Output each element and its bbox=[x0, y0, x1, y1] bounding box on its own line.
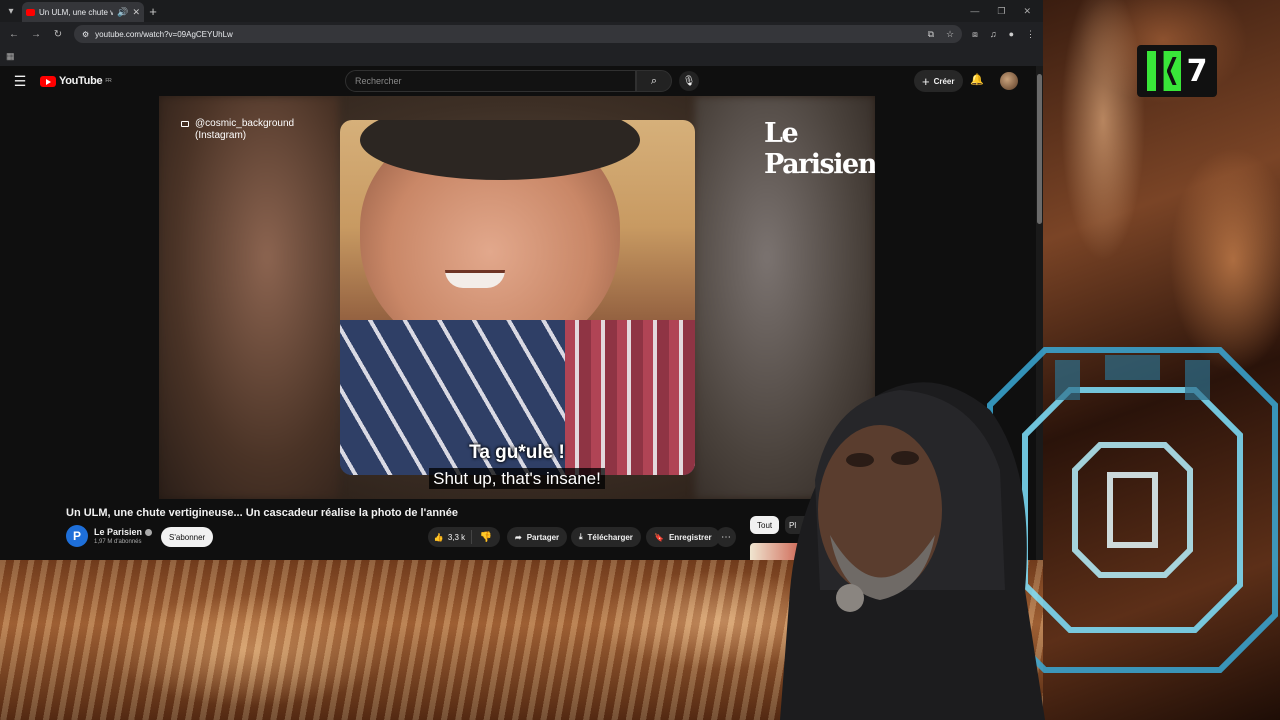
le-parisien-watermark: Le Parisien bbox=[764, 118, 875, 180]
subtitle-text-2: Shut up, that's insane! bbox=[429, 468, 605, 489]
save-label: Enregistrer bbox=[668, 532, 712, 542]
bookmarks-bar: ▦ bbox=[0, 46, 1043, 66]
url-text: youtube.com/watch?v=09AgCEYUhLw bbox=[95, 29, 233, 39]
toolbar-icons: ⧈ ♫ ● ⋮ bbox=[972, 29, 1035, 40]
k7-channel-badge: 7 bbox=[1137, 45, 1217, 97]
forward-icon[interactable]: → bbox=[30, 29, 42, 40]
new-tab-button[interactable]: + bbox=[144, 4, 162, 19]
minimize-icon[interactable]: — bbox=[970, 6, 979, 17]
channel-name[interactable]: Le Parisien bbox=[94, 527, 142, 537]
close-tab-icon[interactable]: ✕ bbox=[132, 7, 140, 18]
like-dislike-group: 👍 3,3 k 👎 bbox=[428, 527, 500, 547]
camera-icon bbox=[181, 121, 189, 127]
download-icon: ⤓ bbox=[579, 532, 583, 541]
thumbs-up-icon: 👍 bbox=[433, 532, 444, 542]
search-input[interactable]: Rechercher bbox=[345, 70, 636, 92]
download-button[interactable]: ⤓ Télécharger bbox=[571, 527, 641, 547]
search-icon[interactable]: ⌕ bbox=[636, 70, 672, 92]
tab-title: Un ULM, une chute vertigi bbox=[39, 7, 114, 17]
verified-check-icon bbox=[145, 529, 153, 537]
hair-image bbox=[360, 120, 640, 180]
subscribe-button[interactable]: S'abonner bbox=[161, 527, 214, 547]
speaker-icon[interactable]: 🔊 bbox=[117, 7, 128, 18]
browser-tab-active[interactable]: Un ULM, une chute vertigi 🔊 ✕ bbox=[22, 2, 144, 22]
region-code: FR bbox=[105, 78, 112, 84]
apps-grid-icon[interactable]: ▦ bbox=[6, 51, 15, 62]
youtube-play-icon bbox=[40, 75, 56, 87]
browser-chrome: ▾ Un ULM, une chute vertigi 🔊 ✕ + — ❐ ✕ … bbox=[0, 0, 1043, 66]
back-icon[interactable]: ← bbox=[8, 29, 20, 40]
close-window-icon[interactable]: ✕ bbox=[1023, 6, 1031, 17]
tab-strip: ▾ Un ULM, une chute vertigi 🔊 ✕ + — ❐ ✕ bbox=[0, 0, 1043, 22]
subtitle-text-1: Ta gu*ule ! bbox=[469, 442, 565, 463]
youtube-header: ☰ YouTube FR Rechercher ⌕ 🎙 + Créer 🔔 bbox=[0, 66, 1043, 96]
channel-name-row[interactable]: Le Parisien bbox=[94, 527, 153, 537]
hamburger-menu-icon[interactable]: ☰ bbox=[0, 73, 40, 90]
dislike-button[interactable]: 👎 bbox=[472, 532, 500, 543]
extensions-icon[interactable]: ⧈ bbox=[972, 29, 978, 40]
menu-kebab-icon[interactable]: ⋮ bbox=[1026, 29, 1035, 40]
share-label: Partager bbox=[526, 532, 560, 542]
download-label: Télécharger bbox=[587, 532, 633, 542]
plus-icon: + bbox=[922, 73, 930, 89]
youtube-favicon-icon bbox=[26, 8, 35, 16]
smile-image bbox=[445, 270, 505, 288]
share-button[interactable]: ➦ Partager bbox=[507, 527, 568, 547]
subscriber-count: 1,97 M d'abonnés bbox=[94, 539, 142, 545]
omnibox-actions: ⧉ ☆ bbox=[928, 29, 955, 40]
youtube-logo[interactable]: YouTube FR bbox=[40, 75, 112, 87]
reload-icon[interactable]: ↻ bbox=[52, 29, 64, 40]
install-app-icon[interactable]: ⧉ bbox=[928, 29, 934, 40]
site-info-icon[interactable]: ⚙ bbox=[82, 30, 89, 39]
user-avatar[interactable] bbox=[1000, 72, 1018, 90]
screen: ▾ Un ULM, une chute vertigi 🔊 ✕ + — ❐ ✕ … bbox=[0, 0, 1280, 720]
address-bar-row: ← → ↻ ⚙ youtube.com/watch?v=09AgCEYUhLw … bbox=[0, 22, 1043, 46]
source-handle: @cosmic_background bbox=[195, 118, 295, 129]
address-bar[interactable]: ⚙ youtube.com/watch?v=09AgCEYUhLw ⧉ ☆ bbox=[74, 25, 963, 43]
media-control-icon[interactable]: ♫ bbox=[990, 29, 997, 40]
channel-avatar[interactable]: P bbox=[66, 525, 88, 547]
source-credit: @cosmic_background (Instagram) bbox=[181, 118, 294, 142]
bookmark-icon: 🔖 bbox=[654, 532, 664, 542]
like-count: 3,3 k bbox=[447, 532, 466, 542]
create-label: Créer bbox=[933, 76, 955, 86]
notifications-bell-icon[interactable]: 🔔 bbox=[970, 73, 984, 86]
like-button[interactable]: 👍 3,3 k bbox=[428, 530, 472, 544]
tab-search-icon[interactable]: ▾ bbox=[0, 0, 22, 22]
save-button[interactable]: 🔖 Enregistrer bbox=[646, 527, 720, 547]
k-letter-logo bbox=[1146, 51, 1181, 91]
video-title: Un ULM, une chute vertigineuse... Un cas… bbox=[66, 507, 458, 519]
scrollbar-thumb[interactable] bbox=[1037, 74, 1042, 224]
create-button[interactable]: + Créer bbox=[914, 70, 963, 92]
streamer-webcam-overlay bbox=[780, 382, 1045, 720]
window-controls: — ❐ ✕ bbox=[970, 6, 1043, 17]
restore-icon[interactable]: ❐ bbox=[997, 6, 1005, 17]
blurred-background-left bbox=[159, 96, 339, 499]
logo-text: YouTube bbox=[59, 75, 103, 87]
bookmark-star-icon[interactable]: ☆ bbox=[946, 29, 954, 40]
source-platform: (Instagram) bbox=[195, 130, 247, 141]
badge-number: 7 bbox=[1186, 53, 1208, 89]
share-arrow-icon: ➦ bbox=[515, 532, 522, 542]
profile-icon[interactable]: ● bbox=[1009, 29, 1014, 40]
video-frame-content bbox=[340, 120, 695, 475]
thumbs-down-icon: 👎 bbox=[479, 531, 493, 543]
microphone-icon[interactable]: 🎙 bbox=[679, 71, 699, 91]
more-actions-icon[interactable]: ⋯ bbox=[716, 527, 736, 547]
